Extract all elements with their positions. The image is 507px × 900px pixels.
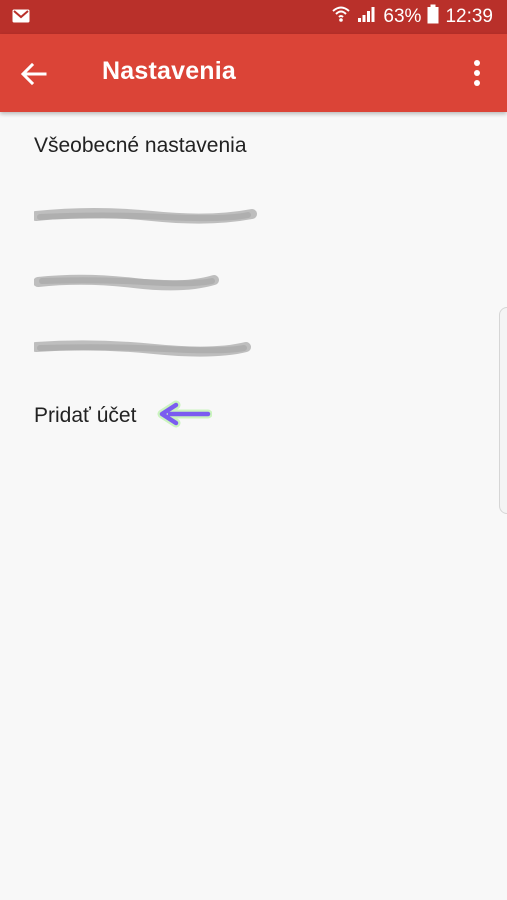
gmail-icon: [12, 8, 30, 24]
more-vert-icon: [474, 60, 480, 86]
edge-panel-handle[interactable]: [499, 307, 507, 514]
app-bar: Nastavenia: [0, 34, 507, 112]
account-item-redacted[interactable]: [34, 202, 264, 232]
page-title: Nastavenia: [102, 57, 237, 85]
status-bar: 63% 12:39: [0, 0, 507, 34]
battery-percent: 63%: [383, 6, 422, 27]
arrow-left-icon: [156, 400, 213, 428]
account-item-redacted[interactable]: [34, 334, 264, 364]
back-button[interactable]: [18, 58, 50, 90]
settings-list: Všeobecné nastavenia Pridať účet: [0, 112, 507, 900]
signal-icon: [357, 5, 375, 29]
wifi-icon: [331, 4, 351, 30]
add-account-item[interactable]: Pridať účet: [34, 404, 136, 428]
status-indicators: 63% 12:39: [331, 4, 493, 30]
clock: 12:39: [445, 6, 493, 27]
general-settings-item[interactable]: Všeobecné nastavenia: [34, 134, 247, 158]
battery-icon: [427, 4, 439, 30]
account-item-redacted[interactable]: [34, 267, 264, 297]
arrow-back-icon: [20, 62, 47, 86]
overflow-menu-button[interactable]: [465, 58, 489, 88]
